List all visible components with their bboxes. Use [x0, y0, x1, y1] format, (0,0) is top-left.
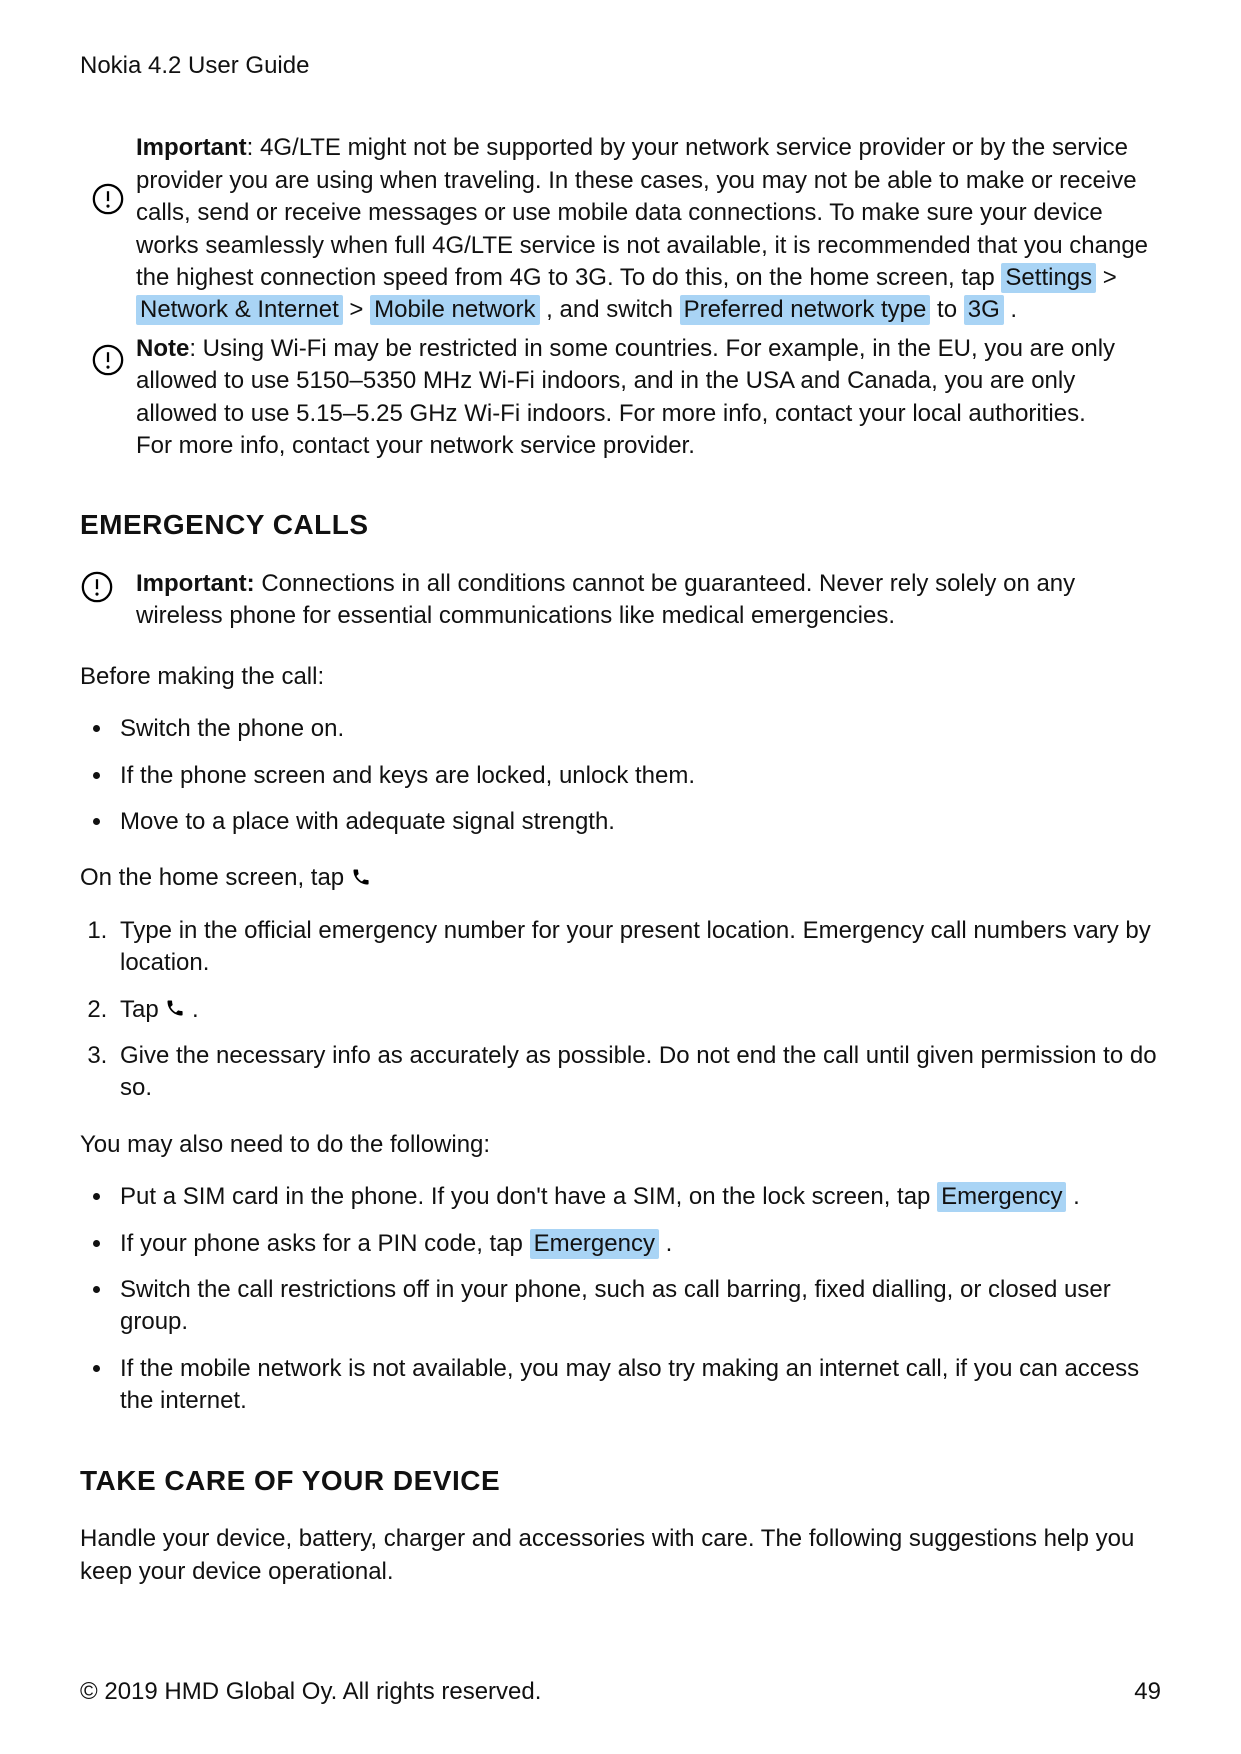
- phone-icon: [351, 864, 371, 891]
- chip-emergency: Emergency: [530, 1229, 659, 1259]
- also-list: Put a SIM card in the phone. If you don'…: [80, 1181, 1161, 1417]
- list-item: Type in the official emergency number fo…: [114, 915, 1161, 980]
- also-intro: You may also need to do the following:: [80, 1129, 1161, 1161]
- home-screen-tap: On the home screen, tap: [80, 862, 1161, 894]
- list-item: If the mobile network is not available, …: [114, 1353, 1161, 1418]
- page-header: Nokia 4.2 User Guide: [80, 50, 1161, 82]
- note-text-2: For more info, contact your network serv…: [136, 430, 1161, 462]
- emergency-important-label: Important:: [136, 570, 255, 597]
- note-callout: Note: Using Wi-Fi may be restricted in s…: [80, 333, 1161, 463]
- copyright-text: © 2019 HMD Global Oy. All rights reserve…: [80, 1678, 541, 1706]
- page-footer: © 2019 HMD Global Oy. All rights reserve…: [80, 1678, 1161, 1706]
- before-call-list: Switch the phone on. If the phone screen…: [80, 713, 1161, 838]
- chip-emergency: Emergency: [937, 1182, 1066, 1212]
- list-item: Give the necessary info as accurately as…: [114, 1040, 1161, 1105]
- info-icon: [91, 343, 125, 386]
- care-paragraph: Handle your device, battery, charger and…: [80, 1523, 1161, 1588]
- important-callout: Important: 4G/LTE might not be supported…: [80, 132, 1161, 326]
- info-icon: [80, 570, 114, 613]
- section-title-emergency: EMERGENCY CALLS: [80, 506, 1161, 544]
- phone-icon: [165, 996, 192, 1023]
- note-text: Note: Using Wi-Fi may be restricted in s…: [136, 333, 1161, 463]
- info-icon: [91, 182, 125, 225]
- important-text: Important: 4G/LTE might not be supported…: [136, 132, 1161, 326]
- list-item: Tap .: [114, 994, 1161, 1026]
- list-item: If your phone asks for a PIN code, tap E…: [114, 1228, 1161, 1260]
- emergency-steps: Type in the official emergency number fo…: [80, 915, 1161, 1105]
- page-number: 49: [1134, 1678, 1161, 1706]
- list-item: If the phone screen and keys are locked,…: [114, 760, 1161, 792]
- chip-3g: 3G: [964, 295, 1004, 325]
- chip-settings: Settings: [1001, 263, 1096, 293]
- chip-preferred-network-type: Preferred network type: [680, 295, 931, 325]
- list-item: Switch the phone on.: [114, 713, 1161, 745]
- emergency-important-callout: Important: Connections in all conditions…: [80, 568, 1161, 633]
- list-item: Move to a place with adequate signal str…: [114, 806, 1161, 838]
- chip-network-internet: Network & Internet: [136, 295, 343, 325]
- emergency-important-text: Important: Connections in all conditions…: [136, 568, 1161, 633]
- note-label: Note: [136, 335, 189, 362]
- important-label: Important: [136, 134, 247, 161]
- section-title-care: TAKE CARE OF YOUR DEVICE: [80, 1462, 1161, 1500]
- chip-mobile-network: Mobile network: [370, 295, 539, 325]
- list-item: Put a SIM card in the phone. If you don'…: [114, 1181, 1161, 1213]
- list-item: Switch the call restrictions off in your…: [114, 1274, 1161, 1339]
- before-call-intro: Before making the call:: [80, 661, 1161, 693]
